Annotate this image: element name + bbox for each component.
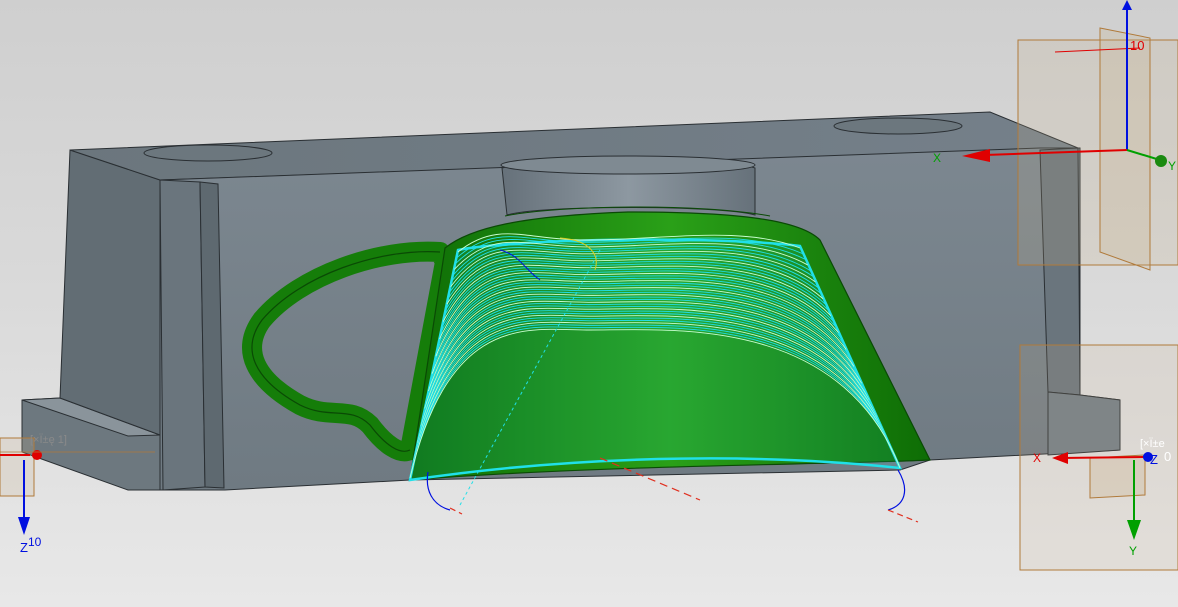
lead-out-arc-right: [887, 469, 906, 511]
axis-y-ball: [1155, 155, 1167, 167]
br-name-tag: [×Ϊ±e: [1140, 438, 1165, 450]
br-frame-inner: [1089, 454, 1146, 499]
rapid-move-3: [887, 509, 919, 523]
triad-y-label: Y: [1168, 159, 1176, 173]
top-hole-left: [143, 144, 273, 162]
cad-3d-viewport[interactable]: X Y 10 Z 10 [×Ϊ±ę 1] X Y Z 0 [×Ϊ±e: [0, 0, 1178, 607]
frame-side: [1099, 27, 1151, 271]
coordinate-system-bottom-left[interactable]: Z 10 [×Ϊ±ę 1]: [0, 434, 155, 555]
bl-z-label: Z: [20, 540, 28, 555]
part-left-face: [59, 149, 161, 436]
rapid-move-1: [449, 507, 463, 515]
br-x-label: X: [1033, 451, 1041, 465]
top-hole-right: [833, 117, 963, 135]
br-scale-label: 0: [1164, 449, 1171, 464]
triad-scale-label: 10: [1130, 38, 1144, 53]
bl-origin: [32, 450, 42, 460]
br-axis-x: [1059, 456, 1149, 459]
bl-scale-label: 10: [28, 535, 42, 549]
bl-frame: [0, 437, 35, 497]
coordinate-system-bottom-right[interactable]: X Y Z 0 [×Ϊ±e: [1019, 344, 1178, 571]
part-boss-top: [500, 155, 756, 175]
bl-name-tag: [×Ϊ±ę 1]: [30, 434, 67, 446]
br-z-label: Z: [1150, 452, 1158, 467]
part-rib-left: [159, 179, 206, 491]
triad-x-label: X: [933, 151, 941, 165]
br-y-label: Y: [1129, 544, 1137, 558]
axis-z-arrow: [1122, 0, 1132, 10]
bl-axis-z-arrow: [18, 517, 30, 535]
